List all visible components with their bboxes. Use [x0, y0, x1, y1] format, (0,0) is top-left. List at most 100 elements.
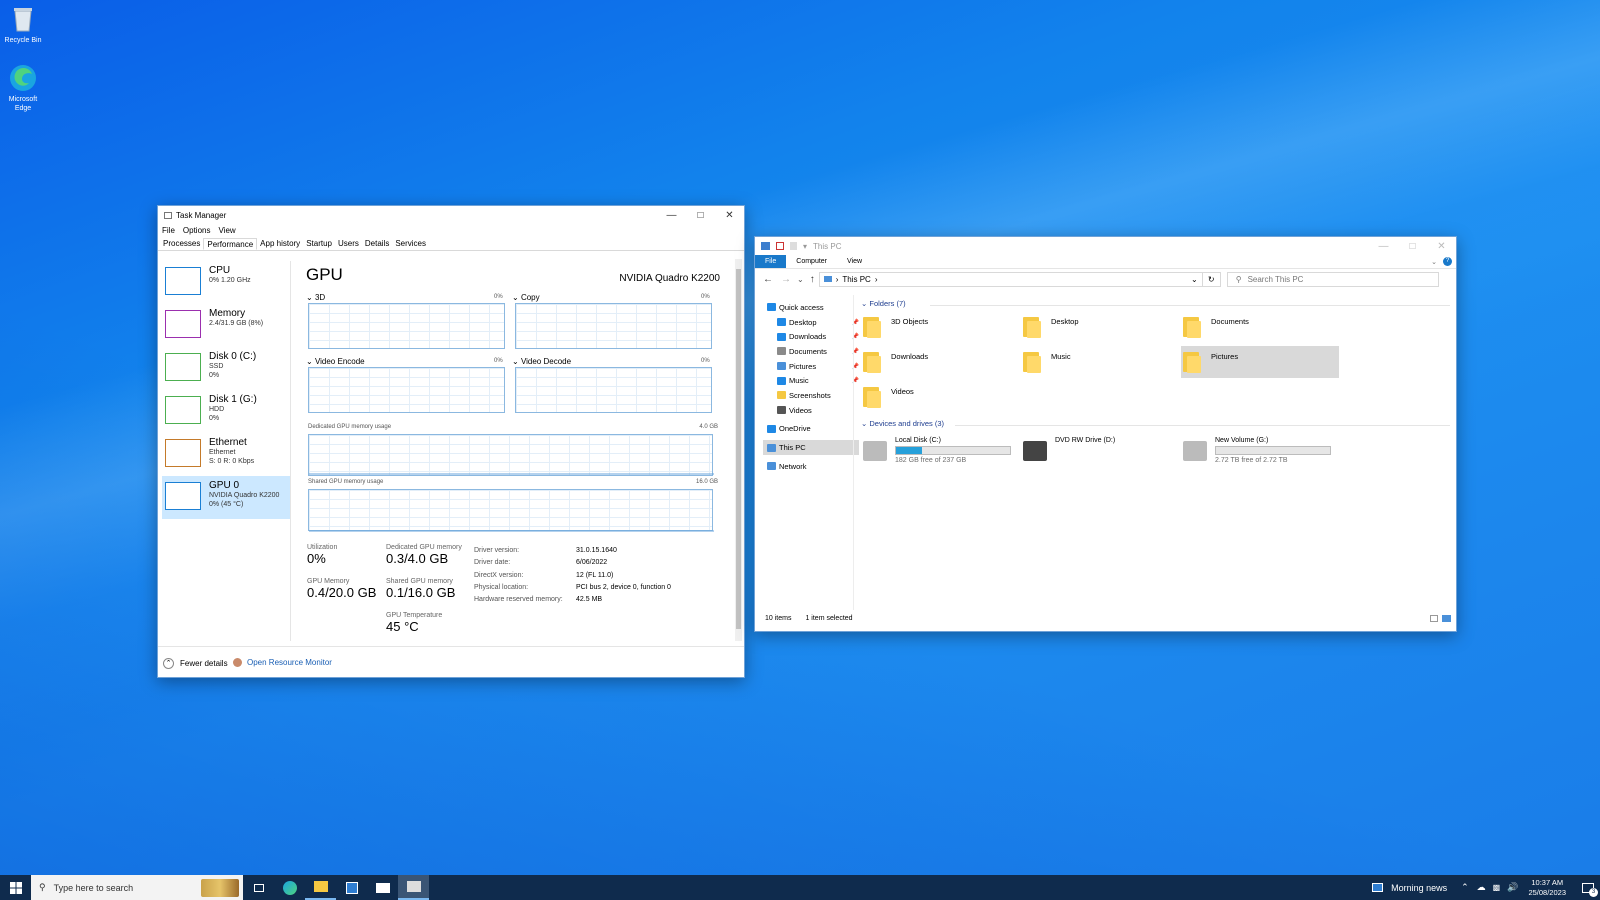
sidebar-item-line2: S: 0 R: 0 Kbps — [209, 458, 255, 465]
explorer-minimize-button[interactable]: — — [1369, 237, 1398, 255]
dropdown-icon[interactable]: ▾ — [803, 242, 807, 251]
nav-item-screenshots[interactable]: Screenshots — [763, 388, 859, 403]
up-button[interactable]: ↑ — [810, 274, 815, 285]
status-selected: 1 item selected — [805, 615, 853, 622]
folder-music[interactable]: Music — [1023, 350, 1071, 374]
scrollbar[interactable] — [735, 259, 742, 641]
tab-performance[interactable]: Performance — [203, 238, 258, 250]
edge-shortcut[interactable]: Microsoft Edge — [0, 63, 46, 113]
taskbar-search[interactable]: ⚲ Type here to search — [31, 875, 243, 900]
taskbar-task-manager[interactable] — [398, 875, 429, 900]
minimize-button[interactable]: — — [657, 206, 686, 224]
tab-services[interactable]: Services — [392, 238, 429, 250]
sidebar-thumbnail-graph — [165, 439, 201, 467]
nav-item-network[interactable]: Network — [763, 459, 859, 474]
explorer-maximize-button[interactable]: □ — [1398, 237, 1427, 255]
notification-center-button[interactable]: 3 — [1576, 882, 1600, 897]
new-folder-icon[interactable] — [790, 242, 797, 250]
ribbon-view-tab[interactable]: View — [837, 255, 872, 268]
maximize-button[interactable]: □ — [686, 206, 715, 224]
sidebar-item-gpu-0[interactable]: GPU 0 NVIDIA Quadro K2200 0% (45 °C) — [162, 476, 290, 519]
folder-videos[interactable]: Videos — [863, 385, 914, 409]
recycle-bin-label: Recycle Bin — [4, 37, 42, 44]
tab-details[interactable]: Details — [362, 238, 392, 250]
recent-dropdown[interactable]: ⌄ — [797, 275, 804, 284]
tab-users[interactable]: Users — [335, 238, 362, 250]
taskbar-search-placeholder: Type here to search — [53, 882, 134, 893]
task-view-button[interactable] — [243, 875, 274, 900]
ribbon-file-tab[interactable]: File — [755, 255, 787, 268]
back-button[interactable]: ← — [763, 274, 773, 285]
nav-item-onedrive[interactable]: OneDrive — [763, 422, 859, 437]
expand-ribbon-icon[interactable]: ⌄ — [1431, 258, 1437, 266]
taskbar-mail[interactable] — [367, 875, 398, 900]
drive-usage-bar — [1215, 446, 1331, 455]
tab-startup[interactable]: Startup — [303, 238, 335, 250]
network-icon[interactable]: ▩ — [1493, 883, 1501, 892]
sidebar-item-cpu[interactable]: CPU 0% 1.20 GHz — [162, 261, 290, 304]
details-view-icon[interactable] — [1430, 615, 1438, 622]
tab-app-history[interactable]: App history — [257, 238, 303, 250]
taskbar-store[interactable] — [336, 875, 367, 900]
drive-new-volume-g[interactable]: New Volume (G:) 2.72 TB free of 2.72 TB — [1183, 437, 1331, 464]
menu-view[interactable]: View — [218, 226, 235, 236]
start-button[interactable] — [0, 875, 31, 900]
explorer-close-button[interactable]: ✕ — [1427, 237, 1456, 255]
gmem-label: GPU Memory — [307, 578, 350, 585]
clock[interactable]: 10:37 AM 25/08/2023 — [1528, 878, 1566, 898]
gmem-value: 0.4/20.0 GB — [307, 585, 377, 600]
explorer-title-bar[interactable]: ▾ This PC — □ ✕ — [755, 237, 1456, 255]
engine-decode-label[interactable]: ⌄ Video Decode — [512, 357, 571, 366]
news-widget[interactable]: Morning news — [1372, 883, 1447, 893]
fewer-details-button[interactable]: ⌃ Fewer details — [163, 658, 228, 669]
chevron-up-icon[interactable]: ⌃ — [1461, 882, 1469, 893]
refresh-button[interactable]: ↻ — [1202, 271, 1221, 287]
folder-pictures[interactable]: Pictures — [1181, 346, 1339, 378]
nav-item-downloads[interactable]: Downloads 📌 — [763, 329, 859, 344]
menu-file[interactable]: File — [162, 226, 175, 236]
nav-item-pictures[interactable]: Pictures 📌 — [763, 359, 859, 374]
engine-3d-label[interactable]: ⌄ 3D — [306, 293, 325, 302]
open-resource-monitor-link[interactable]: Open Resource Monitor — [233, 658, 332, 667]
nav-item-quick-access[interactable]: Quick access — [763, 300, 859, 315]
title-bar[interactable]: Task Manager — □ ✕ — [158, 206, 744, 224]
sidebar-item-memory[interactable]: Memory 2.4/31.9 GB (8%) — [162, 304, 290, 347]
engine-copy-label[interactable]: ⌄ Copy — [512, 293, 540, 302]
forward-button[interactable]: → — [781, 274, 791, 285]
ded-label: Dedicated GPU memory — [386, 544, 462, 551]
tab-processes[interactable]: Processes — [160, 238, 203, 250]
nav-item-documents[interactable]: Documents 📌 — [763, 344, 859, 359]
volume-icon[interactable]: 🔊 — [1507, 882, 1518, 893]
nav-item-desktop[interactable]: Desktop 📌 — [763, 315, 859, 330]
scroll-thumb[interactable] — [736, 269, 741, 629]
large-icons-view-icon[interactable] — [1442, 615, 1451, 622]
task-manager-icon — [164, 211, 172, 219]
folders-header[interactable]: ⌄ Folders (7) — [861, 299, 906, 308]
drive-local-disk-c[interactable]: Local Disk (C:) 182 GB free of 237 GB — [863, 437, 1011, 464]
folder-desktop[interactable]: Desktop — [1023, 315, 1079, 339]
onedrive-icon[interactable]: ☁ — [1477, 882, 1486, 893]
address-dropdown-icon[interactable]: ⌄ — [1191, 275, 1198, 284]
folder-documents[interactable]: Documents — [1183, 315, 1249, 339]
engine-encode-label[interactable]: ⌄ Video Encode — [306, 357, 365, 366]
search-box[interactable]: ⚲ Search This PC — [1226, 271, 1439, 287]
sidebar-item-disk-0-c[interactable]: Disk 0 (C:) SSD 0% — [162, 347, 290, 390]
drives-header[interactable]: ⌄ Devices and drives (3) — [861, 419, 944, 428]
help-icon[interactable]: ? — [1443, 257, 1452, 266]
address-bar[interactable]: › This PC › ⌄ — [818, 271, 1203, 287]
taskbar-edge[interactable] — [274, 875, 305, 900]
ribbon-computer-tab[interactable]: Computer — [786, 255, 837, 268]
properties-icon[interactable] — [776, 242, 784, 250]
nav-item-videos[interactable]: Videos — [763, 403, 859, 418]
drive-dvd-rw-drive-d[interactable]: DVD RW Drive (D:) — [1023, 437, 1115, 461]
nav-item-music[interactable]: Music 📌 — [763, 373, 859, 388]
nav-item-this-pc[interactable]: This PC — [763, 440, 859, 455]
folder-3d-objects[interactable]: 3D Objects — [863, 315, 928, 339]
taskbar-file-explorer[interactable] — [305, 875, 336, 900]
sidebar-item-ethernet[interactable]: Ethernet Ethernet S: 0 R: 0 Kbps — [162, 433, 290, 476]
close-button[interactable]: ✕ — [715, 206, 744, 224]
recycle-bin-shortcut[interactable]: Recycle Bin — [0, 4, 46, 45]
sidebar-item-disk-1-g[interactable]: Disk 1 (G:) HDD 0% — [162, 390, 290, 433]
menu-options[interactable]: Options — [183, 226, 211, 236]
folder-downloads[interactable]: Downloads — [863, 350, 928, 374]
